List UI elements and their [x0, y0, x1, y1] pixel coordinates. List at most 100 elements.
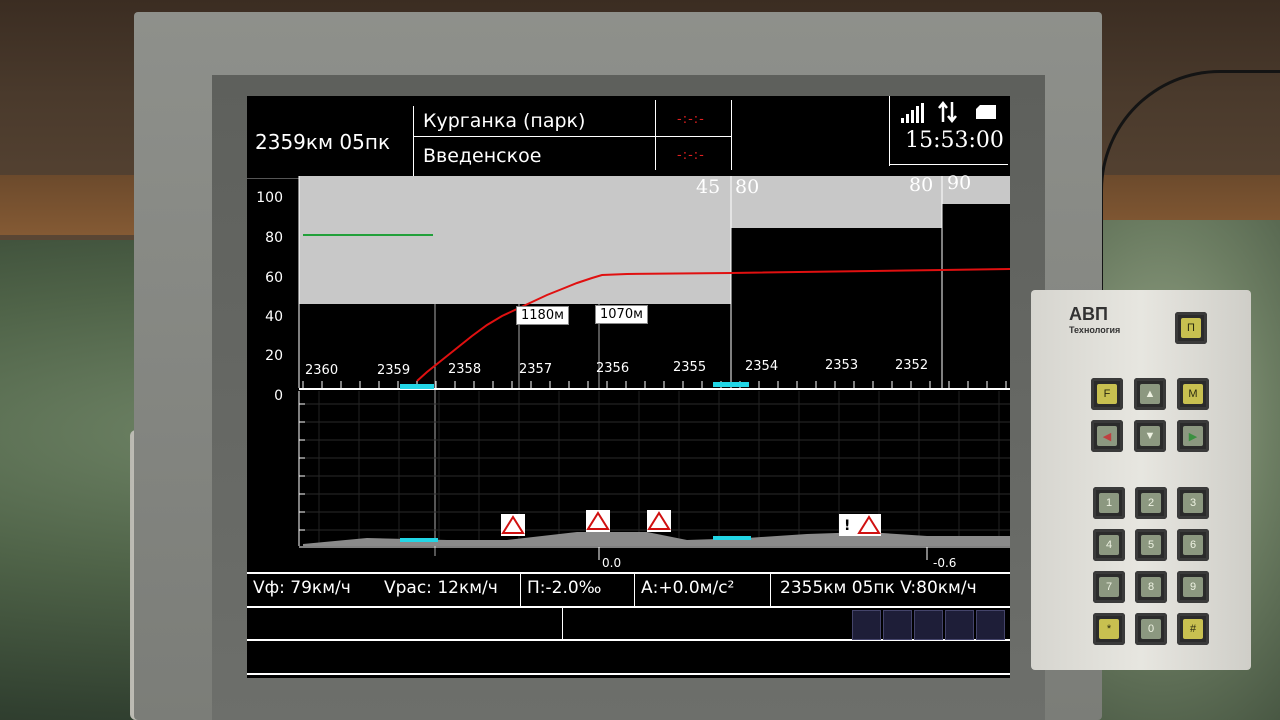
km-marker-label: 2355 — [673, 360, 707, 375]
keypad-logo-subtext: Технология — [1069, 325, 1121, 335]
km-marker-label: 2352 — [895, 358, 929, 373]
footer-divider — [520, 574, 521, 606]
km-marker-label: 2353 — [825, 358, 859, 373]
right-arrow-key[interactable]: ▶ — [1177, 420, 1209, 452]
digit-label: 9 — [1183, 577, 1203, 597]
calculated-speed-readout: Vрас: 12км/ч — [384, 578, 498, 598]
digit-label: 0 — [1141, 619, 1161, 639]
station-marker — [713, 536, 751, 540]
speed-profile-chart: ! — [298, 176, 1010, 560]
speed-limit-label: 45 — [696, 176, 721, 198]
status-block — [852, 610, 881, 640]
digit-key-0[interactable]: 0 — [1135, 613, 1167, 645]
card-icon — [976, 105, 996, 119]
keypad-logo-text: АВП — [1069, 304, 1108, 324]
header-divider — [890, 164, 1008, 165]
star-key[interactable]: * — [1093, 613, 1125, 645]
header-divider — [889, 96, 890, 166]
gradient-label: 0.0 — [602, 556, 622, 570]
digit-key-1[interactable]: 1 — [1093, 487, 1125, 519]
warning-sign-icon: ! — [839, 514, 881, 536]
f-key[interactable]: F — [1091, 378, 1123, 410]
speed-limit-zone — [299, 176, 731, 304]
arrow-down-icon: ▼ — [1140, 426, 1160, 446]
hash-key[interactable]: # — [1177, 613, 1209, 645]
digit-label: 4 — [1099, 535, 1119, 555]
y-tick-label: 20 — [265, 348, 283, 364]
y-tick-label: 100 — [256, 190, 283, 206]
m-key[interactable]: M — [1177, 378, 1209, 410]
digit-key-5[interactable]: 5 — [1135, 529, 1167, 561]
clock: 15:53:00 — [905, 128, 1004, 153]
p-key-label: П — [1181, 318, 1201, 338]
y-tick-label: 60 — [265, 270, 283, 286]
header-divider — [413, 106, 414, 176]
status-block — [976, 610, 1005, 640]
actual-speed-readout: Vф: 79км/ч — [253, 578, 351, 598]
p-key[interactable]: П — [1175, 312, 1207, 344]
digit-key-3[interactable]: 3 — [1177, 487, 1209, 519]
down-arrow-key[interactable]: ▼ — [1134, 420, 1166, 452]
header-divider — [413, 136, 731, 137]
digit-key-8[interactable]: 8 — [1135, 571, 1167, 603]
svg-text:!: ! — [844, 518, 850, 534]
next-target-readout: 2355км 05пк V:80км/ч — [780, 578, 977, 598]
y-tick-label: 0 — [274, 388, 283, 404]
y-tick-label: 80 — [265, 230, 283, 246]
speed-limit-label: 80 — [735, 176, 760, 198]
star-label: * — [1099, 619, 1119, 639]
footer-divider — [770, 574, 771, 606]
digit-key-6[interactable]: 6 — [1177, 529, 1209, 561]
left-arrow-key[interactable]: ◀ — [1091, 420, 1123, 452]
speed-limit-label: 90 — [947, 172, 972, 194]
km-marker-label: 2357 — [519, 362, 553, 377]
status-block — [883, 610, 912, 640]
warning-sign-icon — [586, 510, 610, 532]
speed-limit-label: 80 — [909, 174, 934, 196]
footer-divider — [247, 606, 1010, 608]
arrow-up-icon: ▲ — [1140, 384, 1160, 404]
station-marker — [713, 382, 749, 387]
m-key-label: M — [1183, 384, 1203, 404]
km-marker-label: 2354 — [745, 359, 779, 374]
control-keypad: АВП Технология П F ▲ M ◀ ▼ ▶ 1 2 3 4 5 6… — [1031, 290, 1251, 670]
station-1-indicator: -:-:- — [677, 112, 705, 127]
footer-divider — [247, 572, 1010, 574]
station-marker — [400, 384, 434, 389]
keypad-logo: АВП Технология — [1069, 304, 1149, 344]
status-block — [914, 610, 943, 640]
footer-divider — [562, 607, 563, 639]
y-tick-label: 40 — [265, 309, 283, 325]
km-marker-label: 2356 — [596, 361, 630, 376]
km-marker-label: 2360 — [305, 363, 339, 378]
current-location: 2359км 05пк — [255, 130, 391, 154]
digit-label: 7 — [1099, 577, 1119, 597]
status-block — [945, 610, 974, 640]
station-name-2: Введенское — [423, 145, 542, 167]
digit-key-2[interactable]: 2 — [1135, 487, 1167, 519]
distance-tag: 1070м — [595, 305, 648, 324]
station-marker — [400, 538, 438, 542]
digit-key-4[interactable]: 4 — [1093, 529, 1125, 561]
arrow-left-icon: ◀ — [1097, 426, 1117, 446]
f-key-label: F — [1097, 384, 1117, 404]
digit-label: 6 — [1183, 535, 1203, 555]
digit-label: 1 — [1099, 493, 1119, 513]
up-arrow-key[interactable]: ▲ — [1134, 378, 1166, 410]
station-name-1: Курганка (парк) — [423, 110, 586, 132]
header-divider — [655, 100, 656, 170]
warning-sign-icon — [501, 514, 525, 536]
signal-strength-icon — [901, 103, 924, 123]
digit-label: 3 — [1183, 493, 1203, 513]
header-divider — [731, 100, 732, 170]
gradient-label: -0.6 — [933, 556, 957, 570]
display-screen: 2359км 05пк Курганка (парк) Введенское -… — [247, 96, 1010, 678]
data-transfer-icon — [938, 100, 957, 124]
digit-label: 2 — [1141, 493, 1161, 513]
footer-divider — [247, 673, 1010, 675]
hash-label: # — [1183, 619, 1203, 639]
km-marker-label: 2359 — [377, 363, 411, 378]
distance-tag: 1180м — [516, 306, 569, 325]
digit-key-9[interactable]: 9 — [1177, 571, 1209, 603]
digit-key-7[interactable]: 7 — [1093, 571, 1125, 603]
